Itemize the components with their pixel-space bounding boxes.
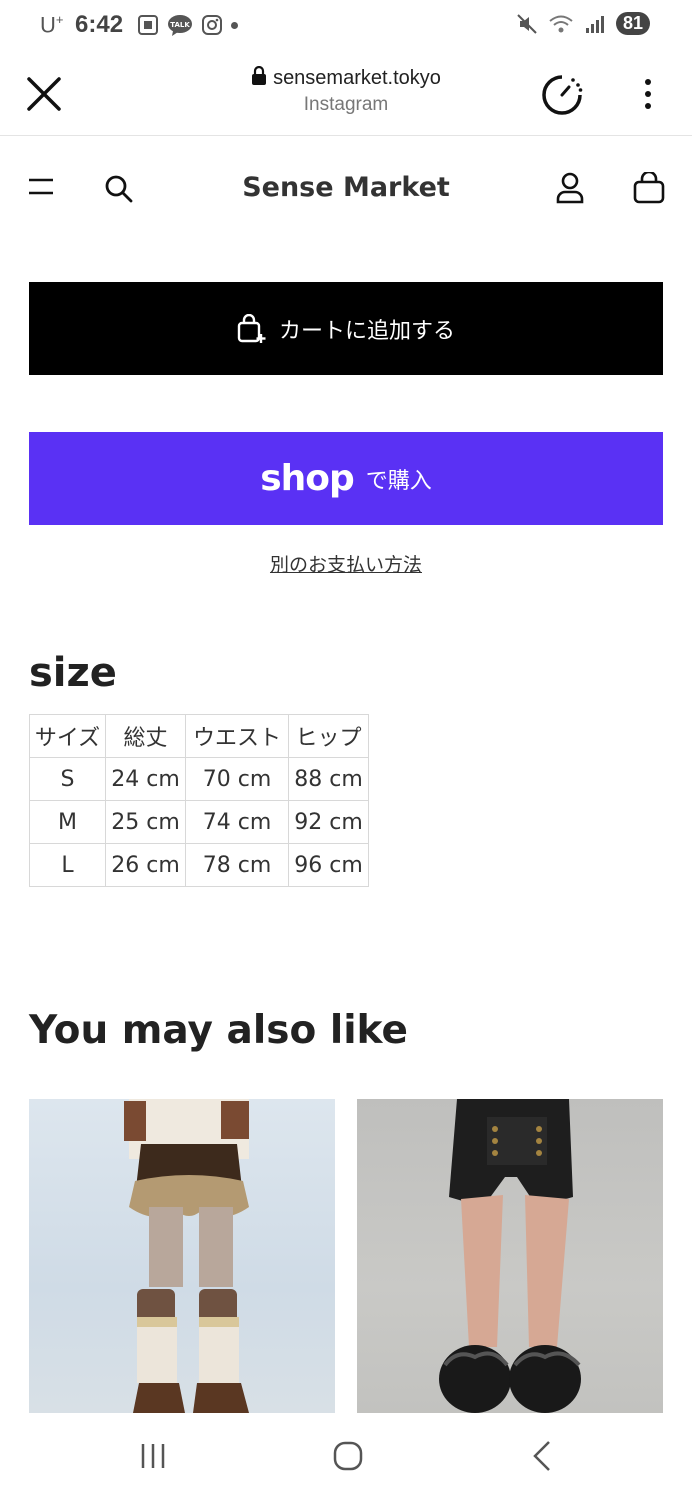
size-cell: 24 cm: [105, 757, 186, 801]
size-cell: 74 cm: [185, 800, 289, 844]
notification-icons: TALK: [137, 14, 238, 36]
mute-icon: [517, 13, 537, 34]
account-icon[interactable]: [555, 172, 585, 204]
size-header-cell: 総丈: [105, 714, 186, 758]
more-options-icon[interactable]: [640, 76, 656, 112]
dot-icon: [231, 21, 238, 29]
size-cell: M: [29, 800, 106, 844]
table-row: M 25 cm 74 cm 92 cm: [29, 800, 369, 844]
product-photo-black-shorts: [439, 1099, 581, 1413]
system-icons: 81: [516, 12, 650, 35]
size-table-header-row: サイズ 総丈 ウエスト ヒップ: [29, 714, 369, 758]
site-title[interactable]: Sense Market: [0, 172, 692, 203]
table-row: L 26 cm 78 cm 96 cm: [29, 843, 369, 887]
timer-icon[interactable]: [540, 73, 584, 117]
instagram-icon: [202, 15, 222, 35]
size-cell: 26 cm: [105, 843, 186, 887]
system-navigation-bar: [0, 1413, 692, 1500]
table-row: S 24 cm 70 cm 88 cm: [29, 757, 369, 801]
battery-indicator: 81: [615, 12, 650, 35]
browser-toolbar: sensemarket.tokyo Instagram: [0, 56, 692, 136]
size-cell: L: [29, 843, 106, 887]
recommendations-heading: You may also like: [29, 1008, 408, 1053]
add-to-cart-icon: [237, 313, 266, 343]
add-to-cart-label: カートに追加する: [278, 318, 455, 344]
size-cell: 88 cm: [288, 757, 369, 801]
size-cell: 25 cm: [105, 800, 186, 844]
status-bar: U+ 6:42 TALK 81: [0, 0, 692, 56]
shop-pay-button[interactable]: shop で購入: [29, 432, 663, 525]
talk-icon: TALK: [168, 15, 192, 36]
shop-buy-label: で購入: [365, 468, 432, 494]
size-heading: size: [29, 650, 117, 696]
product-photo-fur-shorts: [124, 1099, 249, 1413]
url-display[interactable]: sensemarket.tokyo Instagram: [0, 66, 692, 116]
shop-logo: shop: [260, 458, 355, 499]
product-card-image[interactable]: [29, 1099, 335, 1413]
carrier-label: U+: [40, 12, 64, 38]
recent-apps-icon[interactable]: [138, 1441, 168, 1471]
product-card-image[interactable]: [357, 1099, 663, 1413]
url-domain: sensemarket.tokyo: [273, 67, 441, 89]
size-header-cell: サイズ: [29, 714, 106, 758]
size-table: サイズ 総丈 ウエスト ヒップ S 24 cm 70 cm 88 cm M 25…: [29, 714, 369, 887]
add-to-cart-button[interactable]: カートに追加する: [29, 282, 663, 375]
size-header-cell: ウエスト: [185, 714, 289, 758]
size-cell: S: [29, 757, 106, 801]
size-cell: 96 cm: [288, 843, 369, 887]
svg-text:TALK: TALK: [170, 21, 190, 29]
wifi-icon: [549, 15, 573, 32]
clock: 6:42: [75, 11, 124, 38]
signal-icon: [585, 15, 604, 33]
size-cell: 78 cm: [185, 843, 289, 887]
size-header-cell: ヒップ: [288, 714, 369, 758]
size-cell: 92 cm: [288, 800, 369, 844]
home-icon[interactable]: [332, 1440, 364, 1472]
url-source: Instagram: [303, 94, 389, 115]
lock-icon: [252, 66, 267, 85]
back-icon[interactable]: [530, 1439, 554, 1473]
shopping-bag-icon[interactable]: [633, 172, 665, 204]
size-cell: 70 cm: [185, 757, 289, 801]
alternative-payment-link[interactable]: 別のお支払い方法: [0, 550, 692, 577]
site-header: Sense Market: [0, 136, 692, 241]
screenshot-icon: [138, 15, 158, 35]
